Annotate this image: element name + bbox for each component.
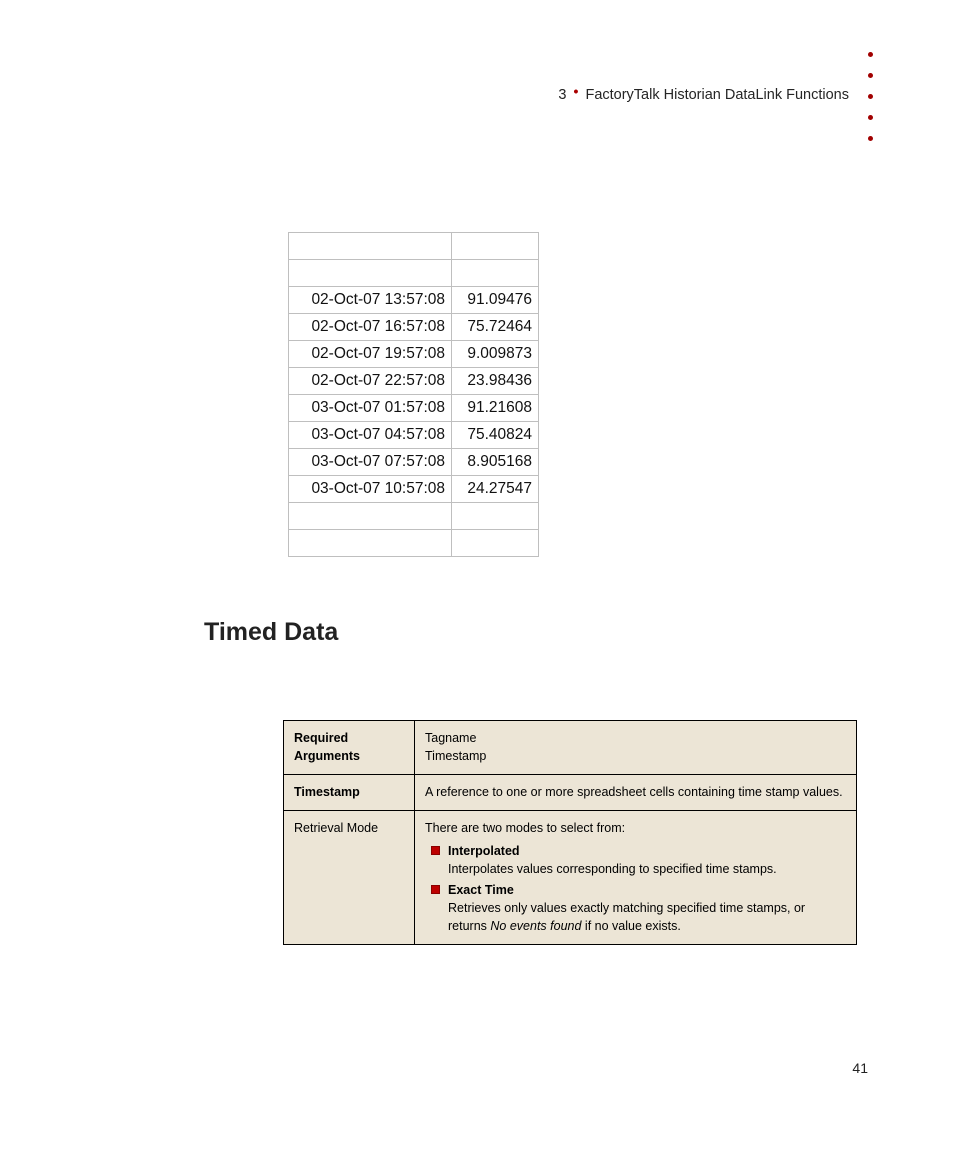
value-cell: 8.905168 <box>452 449 539 476</box>
table-row: 02-Oct-07 22:57:0823.98436 <box>289 368 539 395</box>
bullet-square-icon <box>431 846 440 855</box>
timestamp-cell: 02-Oct-07 16:57:08 <box>289 314 452 341</box>
arg-label: Required Arguments <box>284 721 415 775</box>
value-cell: 75.72464 <box>452 314 539 341</box>
table-row: Timestamp A reference to one or more spr… <box>284 775 857 811</box>
timestamp-cell: 03-Oct-07 07:57:08 <box>289 449 452 476</box>
table-row: 03-Oct-07 04:57:0875.40824 <box>289 422 539 449</box>
timestamp-cell: 02-Oct-07 19:57:08 <box>289 341 452 368</box>
table-row: 02-Oct-07 13:57:0891.09476 <box>289 287 539 314</box>
arg-value: Tagname Timestamp <box>415 721 857 775</box>
section-heading: Timed Data <box>204 618 338 647</box>
example-spreadsheet: 02-Oct-07 13:57:0891.0947602-Oct-07 16:5… <box>288 232 539 557</box>
mode-desc: Interpolates values corresponding to spe… <box>448 860 777 878</box>
page-header: 3 • FactoryTalk Historian DataLink Funct… <box>558 86 849 103</box>
table-row: 02-Oct-07 16:57:0875.72464 <box>289 314 539 341</box>
table-row: 03-Oct-07 07:57:088.905168 <box>289 449 539 476</box>
chapter-number: 3 <box>558 87 566 103</box>
arg-value-line: Timestamp <box>425 747 846 765</box>
bullet-square-icon <box>431 885 440 894</box>
chapter-dot-icon: • <box>574 83 579 99</box>
arg-value: There are two modes to select from: Inte… <box>415 811 857 945</box>
arg-value-line: Tagname <box>425 729 846 747</box>
modes-intro: There are two modes to select from: <box>425 819 846 837</box>
value-cell: 9.009873 <box>452 341 539 368</box>
mode-name: Interpolated <box>448 842 777 860</box>
value-cell: 75.40824 <box>452 422 539 449</box>
table-row: Required Arguments Tagname Timestamp <box>284 721 857 775</box>
value-cell: 24.27547 <box>452 476 539 503</box>
timestamp-cell: 03-Oct-07 01:57:08 <box>289 395 452 422</box>
value-cell: 23.98436 <box>452 368 539 395</box>
mode-desc: Retrieves only values exactly matching s… <box>448 899 846 935</box>
timestamp-cell: 02-Oct-07 13:57:08 <box>289 287 452 314</box>
chapter-title: FactoryTalk Historian DataLink Functions <box>585 87 849 103</box>
table-row <box>289 260 539 287</box>
value-cell: 91.09476 <box>452 287 539 314</box>
table-row <box>289 503 539 530</box>
decorative-dot-column <box>868 52 873 141</box>
mode-bullet-exact-time: Exact Time Retrieves only values exactly… <box>431 881 846 935</box>
arg-label: Retrieval Mode <box>284 811 415 945</box>
table-row <box>289 233 539 260</box>
timestamp-cell: 03-Oct-07 04:57:08 <box>289 422 452 449</box>
mode-bullet-interpolated: Interpolated Interpolates values corresp… <box>431 842 846 878</box>
arguments-table: Required Arguments Tagname Timestamp Tim… <box>283 720 857 945</box>
table-row: 02-Oct-07 19:57:089.009873 <box>289 341 539 368</box>
value-cell: 91.21608 <box>452 395 539 422</box>
timestamp-cell: 02-Oct-07 22:57:08 <box>289 368 452 395</box>
page-number: 41 <box>852 1060 868 1076</box>
arg-label: Timestamp <box>284 775 415 811</box>
table-row: 03-Oct-07 10:57:0824.27547 <box>289 476 539 503</box>
timestamp-cell: 03-Oct-07 10:57:08 <box>289 476 452 503</box>
mode-name: Exact Time <box>448 881 846 899</box>
arg-value: A reference to one or more spreadsheet c… <box>415 775 857 811</box>
table-row: 03-Oct-07 01:57:0891.21608 <box>289 395 539 422</box>
table-row: Retrieval Mode There are two modes to se… <box>284 811 857 945</box>
table-row <box>289 530 539 557</box>
